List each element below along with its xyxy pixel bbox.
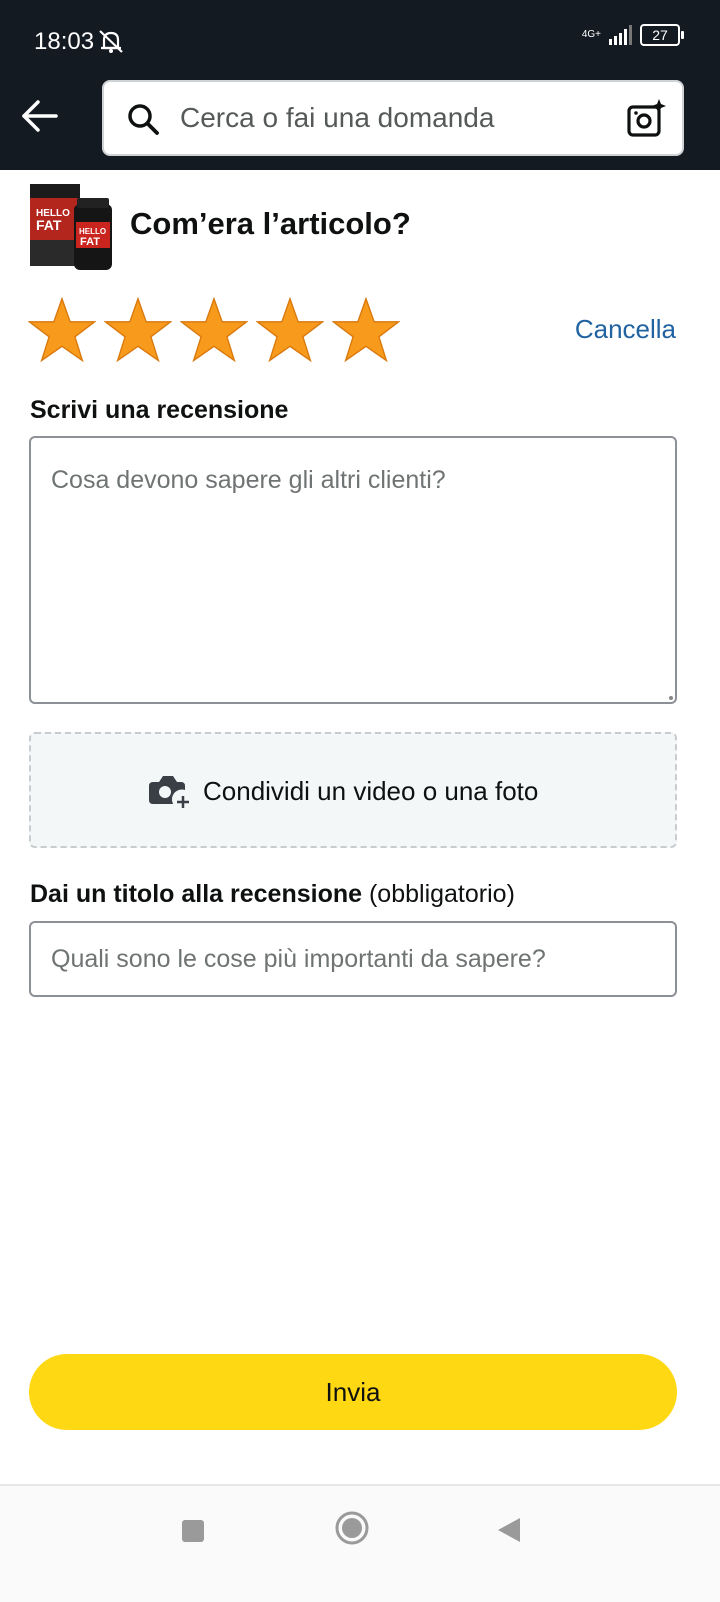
svg-text:FAT: FAT — [80, 236, 100, 248]
product-image: HELLO FAT HELLO FAT — [30, 184, 112, 270]
battery-icon: 27 — [640, 24, 684, 46]
review-title-placeholder: Quali sono le cose più importanti da sap… — [51, 945, 546, 973]
back-arrow-icon[interactable] — [20, 96, 60, 136]
review-title-input[interactable]: Quali sono le cose più importanti da sap… — [29, 921, 677, 997]
media-upload-button[interactable]: Condividi un video o una foto — [29, 732, 677, 848]
network-type: 4G+ — [581, 29, 601, 40]
system-nav-bar — [0, 1484, 720, 1602]
search-bar[interactable]: Cerca o fai una domanda — [102, 80, 684, 156]
camera-search-icon[interactable] — [626, 98, 666, 138]
page-title: Com’era l’articolo? — [130, 206, 411, 241]
resize-handle[interactable] — [669, 696, 673, 700]
review-label: Scrivi una recensione — [30, 396, 289, 424]
svg-text:HELLO: HELLO — [79, 227, 106, 236]
title-label: Dai un titolo alla recensione (obbligato… — [30, 880, 515, 909]
search-icon — [128, 104, 159, 135]
star-5-icon[interactable] — [332, 296, 400, 364]
camera-add-icon — [149, 776, 189, 808]
system-back-icon[interactable] — [496, 1516, 522, 1544]
review-textarea[interactable]: Cosa devono sapere gli altri clienti? — [29, 436, 677, 704]
status-indicators: 4G+ 27 — [581, 24, 684, 46]
star-1-icon[interactable] — [28, 296, 96, 364]
star-2-icon[interactable] — [104, 296, 172, 364]
status-time: 18:03 — [34, 28, 95, 55]
submit-button[interactable]: Invia — [29, 1354, 677, 1430]
recent-apps-icon[interactable] — [182, 1520, 204, 1542]
star-4-icon[interactable] — [256, 296, 324, 364]
signal-icon — [609, 25, 632, 45]
submit-label: Invia — [325, 1376, 381, 1407]
title-label-text: Dai un titolo alla recensione — [30, 880, 363, 908]
clear-rating-link[interactable]: Cancella — [575, 314, 676, 345]
review-placeholder: Cosa devono sapere gli altri clienti? — [51, 466, 446, 494]
required-note: (obbligatorio) — [368, 880, 515, 908]
do-not-disturb-icon — [99, 30, 123, 53]
search-input[interactable]: Cerca o fai una domanda — [180, 102, 494, 134]
home-icon[interactable] — [334, 1510, 370, 1546]
media-upload-label: Condividi un video o una foto — [203, 776, 539, 806]
svg-text:FAT: FAT — [36, 217, 62, 233]
star-rating[interactable] — [28, 296, 400, 364]
star-3-icon[interactable] — [180, 296, 248, 364]
app-header: 18:03 4G+ 27 Cerca o fai una domanda — [0, 0, 720, 170]
